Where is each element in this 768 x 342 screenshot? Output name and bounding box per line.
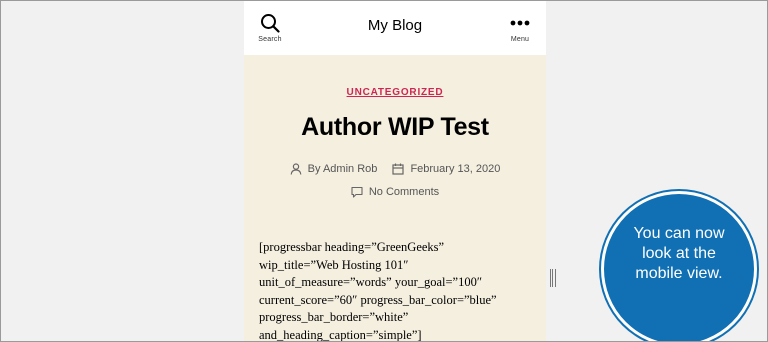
post-content: [progressbar heading=”GreenGeeks” wip_ti… bbox=[259, 239, 539, 342]
browser-viewport: Search My Blog Menu UNCATEGORIZED Author… bbox=[0, 0, 768, 342]
content-line: progress_bar_border=”white” bbox=[259, 310, 409, 324]
post-meta: By Admin Rob February 13, 2020 bbox=[244, 163, 546, 178]
search-button-label: Search bbox=[258, 36, 282, 43]
post-date: February 13, 2020 bbox=[392, 163, 500, 175]
resize-handle[interactable] bbox=[550, 269, 556, 287]
content-line: [progressbar heading=”GreenGeeks” bbox=[259, 240, 445, 254]
post-category-link[interactable]: UNCATEGORIZED bbox=[244, 87, 546, 98]
callout-bubble: You can now look at the mobile view. bbox=[601, 191, 757, 341]
comments-link[interactable]: No Comments bbox=[369, 186, 439, 198]
mobile-preview: Search My Blog Menu UNCATEGORIZED Author… bbox=[244, 1, 546, 342]
callout-text: You can now look at the mobile view. bbox=[633, 225, 725, 282]
menu-button[interactable]: Menu bbox=[502, 13, 538, 49]
post-author-link[interactable]: By Admin Rob bbox=[308, 163, 378, 175]
menu-button-label: Menu bbox=[510, 36, 530, 43]
content-line: and_heading_caption=”simple”] bbox=[259, 327, 422, 342]
post-comments: No Comments bbox=[244, 186, 546, 201]
post-author: By Admin Rob bbox=[290, 163, 378, 175]
site-header: Search My Blog Menu bbox=[244, 1, 546, 55]
site-title[interactable]: My Blog bbox=[244, 17, 546, 34]
user-icon bbox=[290, 163, 302, 175]
content-line: unit_of_measure=”words” your_goal=”100″ bbox=[259, 275, 483, 289]
calendar-icon bbox=[392, 163, 405, 175]
comments-item: No Comments bbox=[351, 186, 439, 198]
content-line: wip_title=”Web Hosting 101″ bbox=[259, 257, 409, 272]
post-title: Author WIP Test bbox=[301, 113, 489, 141]
comment-icon bbox=[351, 186, 363, 198]
more-dots-icon bbox=[510, 20, 530, 26]
content-line: current_score=”60″ progress_bar_color=”b… bbox=[259, 292, 497, 307]
post-date-link[interactable]: February 13, 2020 bbox=[410, 163, 500, 175]
